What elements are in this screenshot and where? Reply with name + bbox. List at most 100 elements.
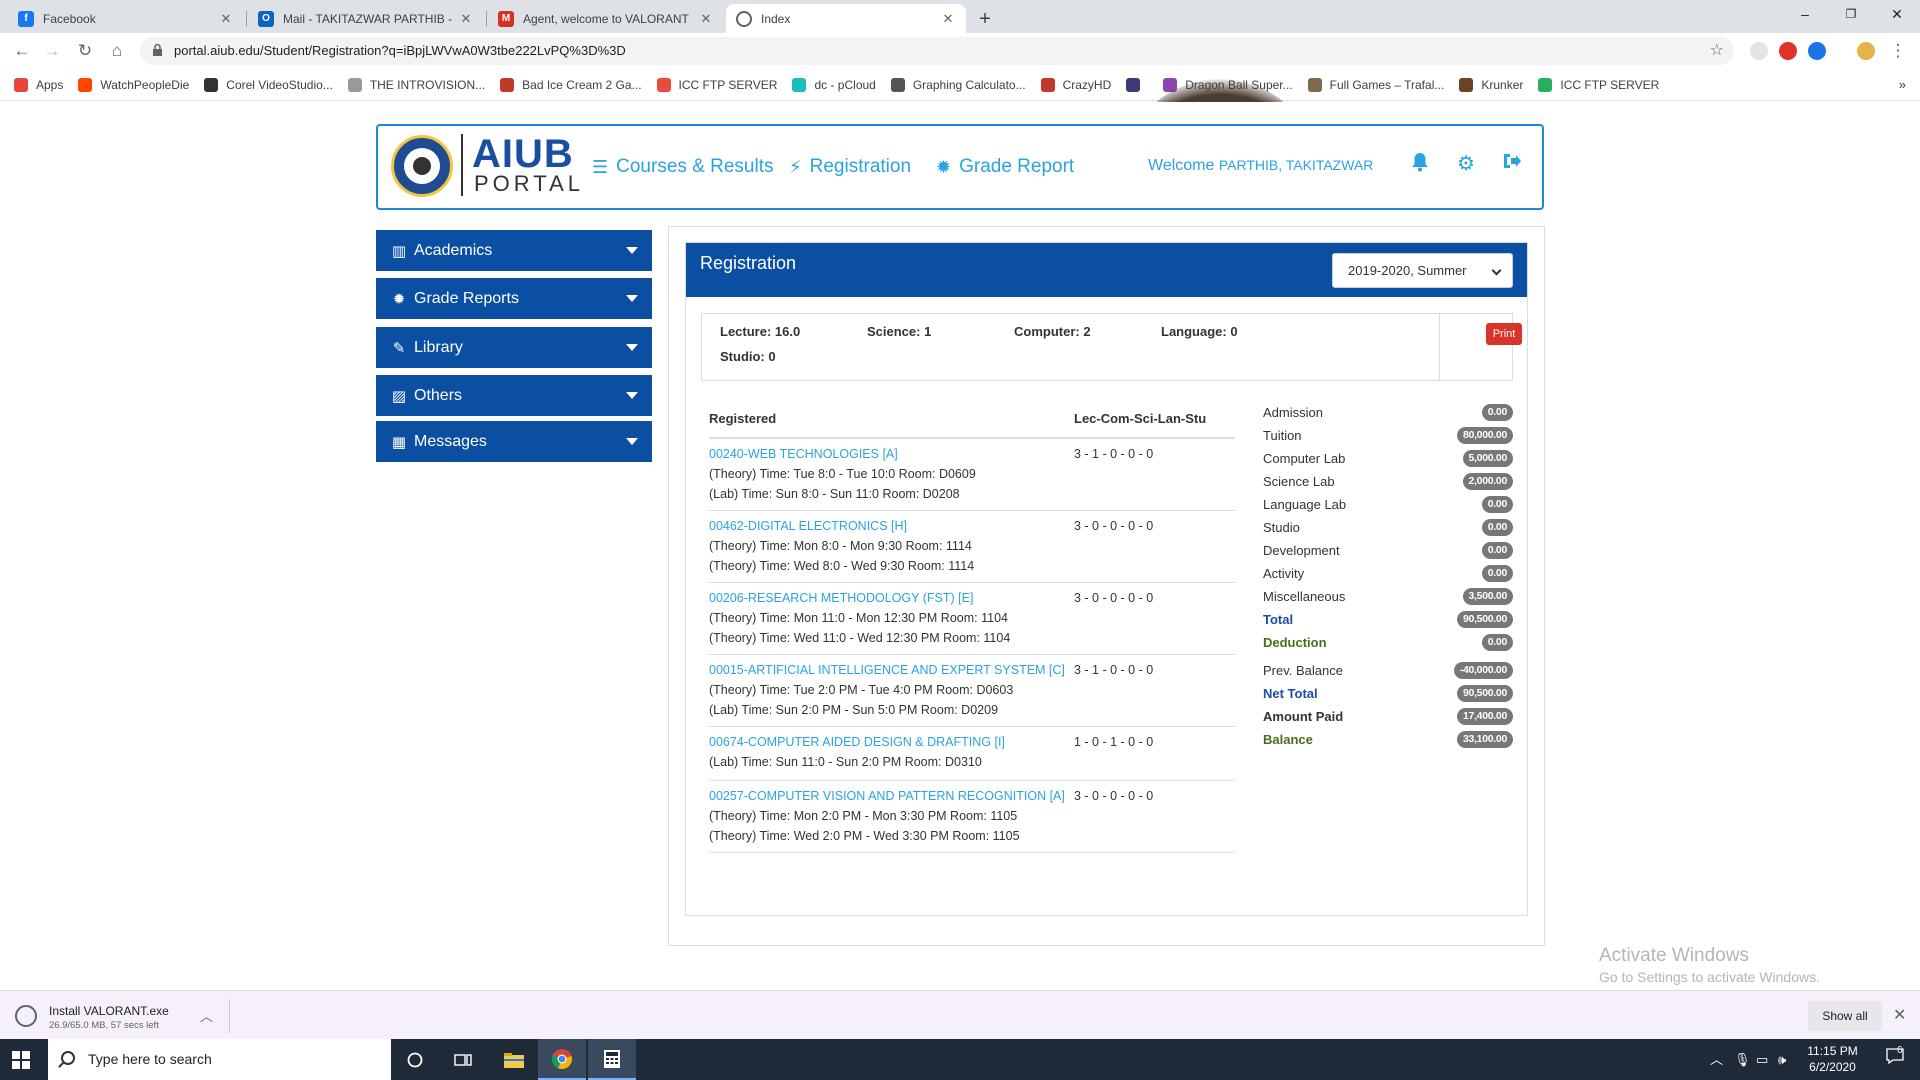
profile-avatar[interactable] — [1857, 42, 1875, 60]
notifications-icon[interactable]: 6 — [1880, 1039, 1910, 1080]
task-view-icon[interactable] — [439, 1039, 487, 1080]
bookmarks-overflow-icon[interactable]: » — [1899, 77, 1906, 92]
bookmark-favicon-icon — [1459, 77, 1474, 92]
close-tab-icon[interactable]: ✕ — [698, 11, 714, 27]
cortana-icon[interactable] — [391, 1039, 439, 1080]
close-tab-icon[interactable]: ✕ — [940, 11, 956, 27]
bookmark-item[interactable]: WatchPeopleDie — [78, 77, 189, 92]
chevron-up-icon[interactable]: ︿ — [200, 1006, 213, 1025]
download-file-icon — [15, 1005, 37, 1027]
fee-row-language-lab: Language Lab 0.00 — [1263, 495, 1513, 514]
back-icon[interactable]: ← — [10, 39, 34, 63]
bookmark-item[interactable]: ICC FTP SERVER — [1538, 77, 1659, 92]
nav-courses-results[interactable]: ☰ Courses & Results — [592, 156, 773, 178]
fee-row-studio: Studio 0.00 — [1263, 518, 1513, 537]
bookmark-item[interactable]: ICC FTP SERVER — [656, 77, 777, 92]
course-link[interactable]: 00674-COMPUTER AIDED DESIGN & DRAFTING [… — [709, 735, 1005, 749]
course-row: 00015-ARTIFICIAL INTELLIGENCE AND EXPERT… — [709, 655, 1235, 727]
course-row: 00240-WEB TECHNOLOGIES [A] 3 - 1 - 0 - 0 … — [709, 439, 1235, 511]
show-all-button[interactable]: Show all — [1808, 1001, 1882, 1031]
fee-row-development: Development 0.00 — [1263, 541, 1513, 560]
download-filename[interactable]: Install VALORANT.exe — [49, 1004, 169, 1018]
bookmark-item[interactable]: Full Games – Trafal... — [1307, 77, 1444, 92]
taskbar-search[interactable]: Type here to search — [48, 1039, 391, 1080]
bookmark-item[interactable] — [1126, 77, 1148, 92]
sidebar-item-others[interactable]: ▨ Others — [376, 375, 652, 416]
col-header-credit: Lec-Com-Sci-Lan-Stu — [1074, 411, 1207, 426]
bookmark-item[interactable]: THE INTROVISION... — [347, 77, 485, 92]
logout-icon[interactable] — [1500, 152, 1524, 176]
course-link[interactable]: 00240-WEB TECHNOLOGIES [A] — [709, 447, 898, 461]
bell-icon[interactable] — [1408, 152, 1432, 176]
fee-label: Admission — [1263, 405, 1323, 420]
bookmark-item[interactable]: Krunker — [1459, 77, 1523, 92]
course-link[interactable]: 00257-COMPUTER VISION AND PATTERN RECOGN… — [709, 789, 1065, 803]
sidebar-item-grade-reports[interactable]: ✹ Grade Reports — [376, 278, 652, 319]
browser-tab[interactable]: f Facebook ✕ — [8, 4, 244, 33]
caret-down-icon — [626, 344, 638, 351]
fee-label: Studio — [1263, 520, 1300, 535]
fee-row-total: Total 90,500.00 — [1263, 610, 1513, 629]
network-icon[interactable]: ▭ — [1756, 1039, 1768, 1080]
gear-icon[interactable]: ⚙ — [1454, 152, 1478, 176]
extension-icon[interactable] — [1750, 42, 1768, 60]
credit-science: Science: 1 — [867, 324, 932, 339]
course-link[interactable]: 00206-RESEARCH METHODOLOGY (FST) [E] — [709, 591, 973, 605]
fee-label: Tuition — [1263, 428, 1302, 443]
close-window-button[interactable]: ✕ — [1874, 0, 1920, 30]
forward-icon[interactable]: → — [40, 39, 64, 63]
reload-icon[interactable]: ↻ — [73, 39, 97, 63]
browser-tab[interactable]: M Agent, welcome to VALORANT - ✕ — [488, 4, 724, 33]
sidebar-item-academics[interactable]: ▥ Academics — [376, 230, 652, 271]
close-tab-icon[interactable]: ✕ — [458, 11, 474, 27]
nav-grade-report[interactable]: ✹ Grade Report — [936, 156, 1074, 178]
course-schedule: (Lab) Time: Sun 8:0 - Sun 11:0 Room: D02… — [709, 487, 960, 501]
bookmark-favicon-icon — [347, 77, 362, 92]
bookmark-label: Corel VideoStudio... — [226, 77, 333, 92]
course-link[interactable]: 00015-ARTIFICIAL INTELLIGENCE AND EXPERT… — [709, 663, 1065, 677]
sidebar-item-messages[interactable]: ▦ Messages — [376, 421, 652, 462]
course-link[interactable]: 00462-DIGITAL ELECTRONICS [H] — [709, 519, 907, 533]
new-tab-button[interactable]: + — [971, 6, 999, 34]
tab-title: Index — [761, 11, 791, 26]
bookmark-item[interactable]: CrazyHD — [1040, 77, 1111, 92]
opera-adblock-icon[interactable] — [1779, 42, 1797, 60]
file-explorer-icon[interactable] — [490, 1039, 538, 1080]
bookmark-item[interactable]: Corel VideoStudio... — [204, 77, 333, 92]
semester-value: 2019-2020, Summer — [1348, 263, 1467, 278]
browser-tab[interactable]: O Mail - TAKITAZWAR PARTHIB - O ✕ — [248, 4, 484, 33]
address-bar[interactable]: portal.aiub.edu/Student/Registration?q=i… — [140, 37, 1734, 65]
bookmark-item[interactable]: Bad Ice Cream 2 Ga... — [500, 77, 642, 92]
bookmark-favicon-icon — [890, 77, 905, 92]
bookmark-star-icon[interactable]: ☆ — [1710, 37, 1724, 65]
bookmark-item[interactable]: Apps — [14, 77, 63, 92]
sidebar-item-label: Grade Reports — [414, 289, 519, 307]
menu-kebab-icon[interactable]: ⋮ — [1886, 39, 1910, 63]
bookmark-favicon-icon — [1538, 77, 1553, 92]
volume-icon[interactable]: 🕪 — [1778, 1039, 1786, 1080]
tray-overflow-icon[interactable]: ︿ — [1710, 1039, 1723, 1080]
minimize-button[interactable]: – — [1782, 0, 1828, 30]
taskbar-clock[interactable]: 11:15 PM 6/2/2020 — [1800, 1043, 1865, 1075]
windows-start-icon[interactable] — [12, 1051, 30, 1069]
col-header-registered: Registered — [709, 411, 777, 426]
fee-value-badge: 3,500.00 — [1462, 588, 1513, 605]
bookmark-item[interactable]: dc - pCloud — [792, 77, 876, 92]
microphone-icon[interactable]: 🎙 — [1734, 1039, 1751, 1080]
bookmark-favicon-icon — [1126, 77, 1141, 92]
print-button[interactable]: Print — [1486, 323, 1522, 345]
maximize-button[interactable]: ❐ — [1828, 0, 1874, 30]
calculator-taskbar-icon[interactable] — [588, 1039, 636, 1080]
globe-icon — [736, 10, 752, 27]
extension-blue-icon[interactable] — [1808, 42, 1826, 60]
nav-registration[interactable]: ⚡ Registration — [789, 156, 911, 178]
tab-separator — [246, 11, 247, 27]
home-icon[interactable]: ⌂ — [105, 39, 129, 63]
chrome-taskbar-icon[interactable] — [538, 1039, 586, 1080]
bookmark-item[interactable]: Graphing Calculato... — [890, 77, 1026, 92]
semester-select[interactable]: 2019-2020, Summer — [1332, 253, 1513, 288]
close-tab-icon[interactable]: ✕ — [218, 11, 234, 27]
sidebar-item-library[interactable]: ✎ Library — [376, 327, 652, 368]
browser-tab[interactable]: Index ✕ — [726, 4, 966, 33]
close-icon[interactable]: ✕ — [1893, 1005, 1906, 1025]
